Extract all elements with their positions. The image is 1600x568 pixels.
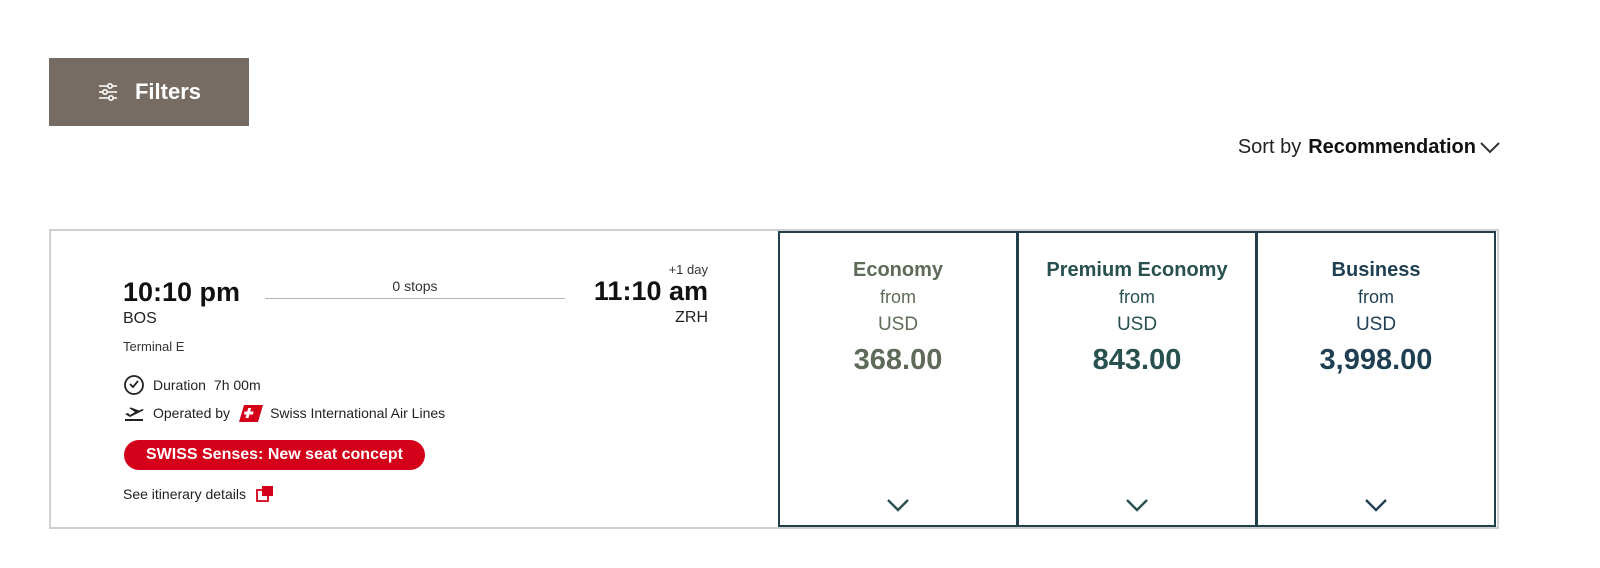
- fare-economy[interactable]: Economy from USD 368.00: [778, 231, 1018, 527]
- chevron-down-icon: [1019, 497, 1255, 513]
- carrier-name: Swiss International Air Lines: [270, 405, 446, 421]
- duration-label: Duration: [153, 377, 206, 393]
- fare-price: 368.00: [853, 344, 943, 376]
- itinerary-link-label: See itinerary details: [123, 486, 246, 502]
- swiss-senses-badge[interactable]: SWISS Senses: New seat concept: [124, 440, 425, 470]
- fare-from: from: [880, 287, 916, 307]
- day-offset: +1 day: [668, 262, 708, 277]
- fare-cabin: Economy: [852, 259, 944, 281]
- filters-label: Filters: [134, 79, 202, 104]
- sort-dropdown[interactable]: Sort by Recommendation: [1238, 136, 1502, 159]
- arrival-time: 11:10 am: [593, 276, 708, 306]
- fare-price: 3,998.00: [1319, 344, 1433, 376]
- fare-cabin: Business: [1331, 259, 1421, 281]
- flight-card: 10:10 pm BOS Terminal E 0 stops +1 day 1…: [49, 229, 1499, 529]
- fare-from: from: [1358, 287, 1394, 307]
- duration-row: Duration 7h 00m: [123, 374, 261, 396]
- fare-price: 843.00: [1092, 344, 1182, 376]
- fare-currency: USD: [1116, 314, 1158, 335]
- sort-prefix: Sort by: [1237, 136, 1302, 158]
- fare-cabin: Premium Economy: [1046, 259, 1228, 281]
- filters-button[interactable]: Filters: [49, 58, 249, 126]
- itinerary-details-link[interactable]: See itinerary details: [123, 485, 274, 503]
- chevron-down-icon: [1258, 497, 1494, 513]
- route-line: [265, 298, 565, 299]
- chevron-down-icon: [780, 497, 1016, 513]
- arrival-airport: ZRH: [675, 309, 708, 326]
- clock-icon: [123, 374, 145, 396]
- plane-takeoff-icon: [123, 404, 145, 422]
- fare-premium-economy[interactable]: Premium Economy from USD 843.00: [1017, 231, 1257, 527]
- swiss-logo-icon: [238, 403, 264, 423]
- departure-terminal: Terminal E: [123, 339, 185, 354]
- departure-airport: BOS: [123, 310, 157, 327]
- sliders-icon: [97, 81, 119, 103]
- fare-from: from: [1119, 287, 1155, 307]
- sort-value: Recommendation: [1308, 136, 1476, 158]
- fare-business[interactable]: Business from USD 3,998.00: [1256, 231, 1496, 527]
- departure-time: 10:10 pm: [123, 277, 241, 307]
- fare-currency: USD: [877, 314, 919, 335]
- stops-count: 0 stops: [392, 278, 438, 294]
- operated-by-label: Operated by: [153, 405, 231, 421]
- operated-by-row: Operated by Swiss International Air Line…: [123, 403, 445, 423]
- fare-currency: USD: [1355, 314, 1397, 335]
- duration-value: 7h 00m: [213, 377, 261, 393]
- chevron-down-icon: [1478, 140, 1502, 156]
- external-link-icon: [256, 485, 274, 503]
